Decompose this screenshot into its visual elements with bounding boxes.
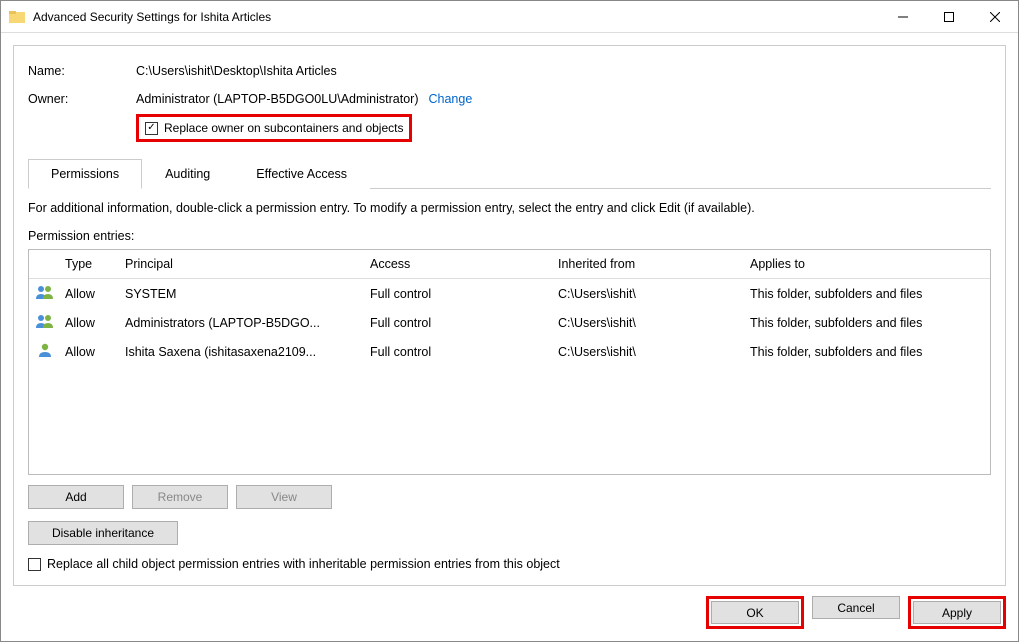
window-title: Advanced Security Settings for Ishita Ar… <box>33 10 880 24</box>
ok-highlight: OK <box>706 596 804 629</box>
change-owner-link[interactable]: Change <box>429 92 473 106</box>
col-icon-header <box>29 254 61 274</box>
replace-owner-label: Replace owner on subcontainers and objec… <box>164 121 403 135</box>
row-applies: This folder, subfolders and files <box>746 313 990 333</box>
row-principal: Administrators (LAPTOP-B5DGO... <box>121 313 366 333</box>
col-principal-header[interactable]: Principal <box>121 254 366 274</box>
table-row[interactable]: AllowSYSTEMFull controlC:\Users\ishit\Th… <box>29 279 990 308</box>
col-applies-header[interactable]: Applies to <box>746 254 990 274</box>
apply-highlight: Apply <box>908 596 1006 629</box>
replace-child-label: Replace all child object permission entr… <box>47 557 560 571</box>
name-value: C:\Users\ishit\Desktop\Ishita Articles <box>136 64 337 78</box>
row-applies: This folder, subfolders and files <box>746 284 990 304</box>
row-inherited: C:\Users\ishit\ <box>554 284 746 304</box>
owner-value-container: Administrator (LAPTOP-B5DGO0LU\Administr… <box>136 92 472 106</box>
info-text: For additional information, double-click… <box>28 201 991 215</box>
row-type: Allow <box>61 342 121 362</box>
tab-effective-access[interactable]: Effective Access <box>233 159 370 189</box>
footer-buttons: OK Cancel Apply <box>1 586 1018 641</box>
row-access: Full control <box>366 313 554 333</box>
folder-icon <box>9 9 25 25</box>
row-access: Full control <box>366 284 554 304</box>
row-principal: SYSTEM <box>121 284 366 304</box>
name-label: Name: <box>28 64 136 78</box>
security-settings-window: Advanced Security Settings for Ishita Ar… <box>0 0 1019 642</box>
content-area: Name: C:\Users\ishit\Desktop\Ishita Arti… <box>1 33 1018 586</box>
remove-button[interactable]: Remove <box>132 485 228 509</box>
row-icon <box>29 281 61 306</box>
close-button[interactable] <box>972 1 1018 32</box>
permission-entries-table: Type Principal Access Inherited from App… <box>28 249 991 475</box>
disable-inheritance-button[interactable]: Disable inheritance <box>28 521 178 545</box>
owner-value: Administrator (LAPTOP-B5DGO0LU\Administr… <box>136 92 419 106</box>
table-row[interactable]: AllowIshita Saxena (ishitasaxena2109...F… <box>29 337 990 366</box>
row-icon <box>29 310 61 335</box>
row-icon <box>29 339 61 364</box>
tab-strip: Permissions Auditing Effective Access <box>28 158 991 189</box>
row-inherited: C:\Users\ishit\ <box>554 313 746 333</box>
cancel-wrap: Cancel <box>812 596 900 629</box>
close-icon <box>990 12 1000 22</box>
replace-owner-checkbox[interactable]: ✓ <box>145 122 158 135</box>
action-buttons: Add Remove View <box>28 485 991 509</box>
table-header: Type Principal Access Inherited from App… <box>29 250 990 279</box>
view-button[interactable]: View <box>236 485 332 509</box>
apply-button[interactable]: Apply <box>913 601 1001 624</box>
table-body: AllowSYSTEMFull controlC:\Users\ishit\Th… <box>29 279 990 366</box>
add-button[interactable]: Add <box>28 485 124 509</box>
col-access-header[interactable]: Access <box>366 254 554 274</box>
row-applies: This folder, subfolders and files <box>746 342 990 362</box>
ok-button[interactable]: OK <box>711 601 799 624</box>
replace-owner-highlight: ✓ Replace owner on subcontainers and obj… <box>136 114 412 142</box>
window-controls <box>880 1 1018 32</box>
replace-child-checkbox[interactable] <box>28 558 41 571</box>
row-access: Full control <box>366 342 554 362</box>
replace-owner-row: ✓ Replace owner on subcontainers and obj… <box>136 114 991 142</box>
maximize-button[interactable] <box>926 1 972 32</box>
name-row: Name: C:\Users\ishit\Desktop\Ishita Arti… <box>28 64 991 78</box>
inner-panel: Name: C:\Users\ishit\Desktop\Ishita Arti… <box>13 45 1006 586</box>
cancel-button[interactable]: Cancel <box>812 596 900 619</box>
table-row[interactable]: AllowAdministrators (LAPTOP-B5DGO...Full… <box>29 308 990 337</box>
row-principal: Ishita Saxena (ishitasaxena2109... <box>121 342 366 362</box>
tab-permissions[interactable]: Permissions <box>28 159 142 189</box>
row-inherited: C:\Users\ishit\ <box>554 342 746 362</box>
col-type-header[interactable]: Type <box>61 254 121 274</box>
tab-auditing[interactable]: Auditing <box>142 159 233 189</box>
owner-label: Owner: <box>28 92 136 106</box>
row-type: Allow <box>61 313 121 333</box>
owner-row: Owner: Administrator (LAPTOP-B5DGO0LU\Ad… <box>28 92 991 106</box>
minimize-button[interactable] <box>880 1 926 32</box>
titlebar: Advanced Security Settings for Ishita Ar… <box>1 1 1018 33</box>
replace-child-row: Replace all child object permission entr… <box>28 557 991 571</box>
minimize-icon <box>898 12 908 22</box>
maximize-icon <box>944 12 954 22</box>
row-type: Allow <box>61 284 121 304</box>
col-inherited-header[interactable]: Inherited from <box>554 254 746 274</box>
entries-label: Permission entries: <box>28 229 991 243</box>
